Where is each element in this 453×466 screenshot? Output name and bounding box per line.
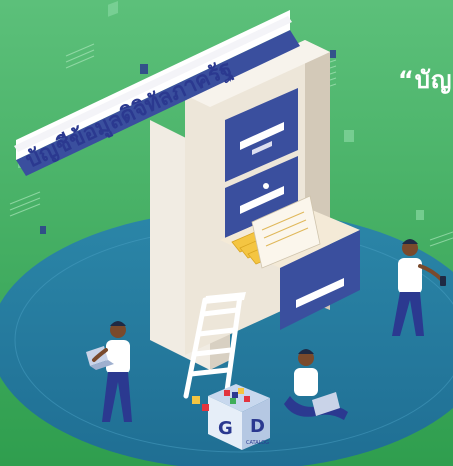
smartphone-icon bbox=[440, 276, 446, 286]
illustration-scene: บัญชีข้อมูลดิจิทัลภาครัฐ G D CATALOG “บั… bbox=[0, 0, 453, 466]
logo-letter-d: D bbox=[250, 416, 265, 437]
illustration-canvas: บัญชีข้อมูลดิจิทัลภาครัฐ G D CATALOG bbox=[0, 0, 453, 466]
headline-text: “บัญ bbox=[398, 66, 453, 94]
logo-letter-g: G bbox=[218, 418, 233, 439]
logo-caption: CATALOG bbox=[246, 440, 269, 446]
